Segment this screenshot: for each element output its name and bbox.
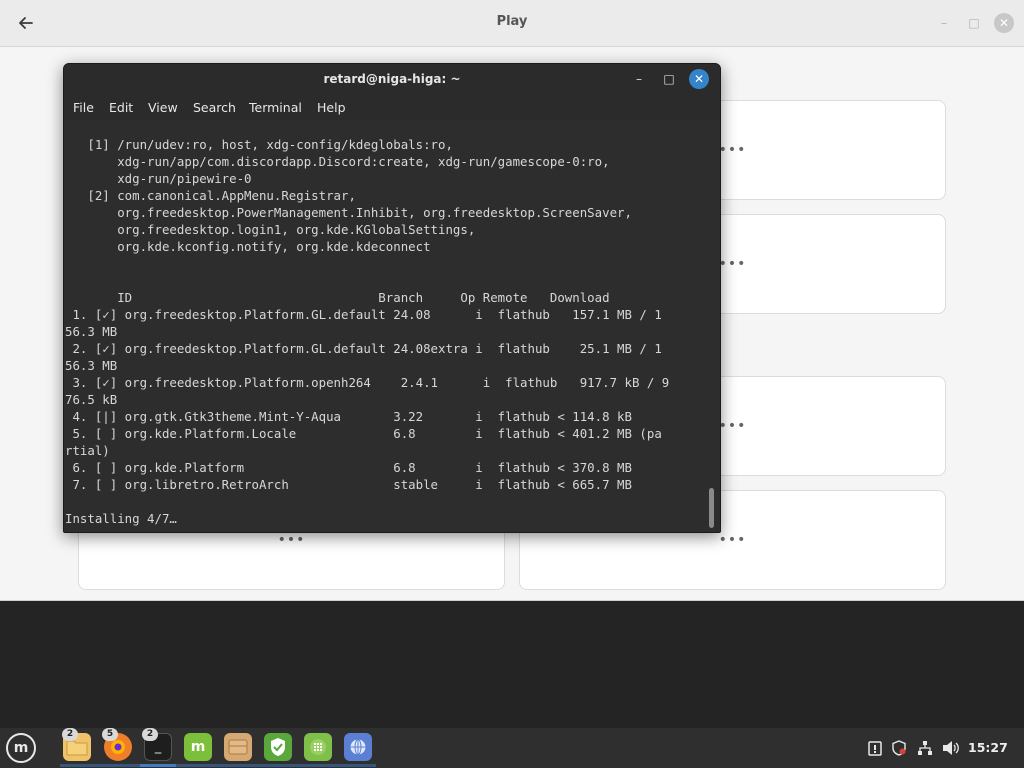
maximize-icon[interactable]: □ xyxy=(660,70,678,88)
clipboard-alert-icon[interactable] xyxy=(866,739,884,757)
globe-icon[interactable] xyxy=(344,733,372,761)
mint-icon[interactable]: m xyxy=(184,733,212,761)
close-icon[interactable]: ✕ xyxy=(689,69,709,89)
taskbar-underline xyxy=(60,764,376,767)
terminal-badge: 2 xyxy=(142,728,158,741)
terminal-output-area[interactable]: [1] /run/udev:ro, host, xdg-config/kdegl… xyxy=(64,120,720,532)
terminal-titlebar[interactable]: retard@niga-higa: ~ – □ ✕ xyxy=(64,64,720,94)
files-badge: 2 xyxy=(62,728,78,741)
terminal-window[interactable]: retard@niga-higa: ~ – □ ✕ File Edit View… xyxy=(63,63,721,533)
volume-icon[interactable] xyxy=(942,739,960,757)
shield-alert-icon[interactable] xyxy=(890,739,908,757)
archive-icon[interactable] xyxy=(224,733,252,761)
terminal-title: retard@niga-higa: ~ xyxy=(323,72,461,86)
window-title: Play xyxy=(496,14,528,29)
menu-edit[interactable]: Edit xyxy=(109,100,133,115)
menu-search[interactable]: Search xyxy=(193,100,236,115)
maximize-icon[interactable]: □ xyxy=(964,13,984,33)
terminal-menubar: File Edit View Search Terminal Help xyxy=(64,94,720,120)
minimize-icon[interactable]: – xyxy=(630,70,648,88)
more-icon: ••• xyxy=(718,532,747,548)
grid-icon[interactable] xyxy=(304,733,332,761)
minimize-icon[interactable]: – xyxy=(934,13,954,33)
menu-terminal[interactable]: Terminal xyxy=(249,100,302,115)
network-icon[interactable] xyxy=(916,739,934,757)
background-window-header: Play – □ ✕ xyxy=(0,0,1024,47)
terminal-output: [1] /run/udev:ro, host, xdg-config/kdegl… xyxy=(65,137,670,526)
mint-menu-icon[interactable]: m xyxy=(6,733,36,763)
shield-icon[interactable] xyxy=(264,733,292,761)
taskbar: m 2 5 _ 2 m 15:27 xyxy=(0,728,1024,768)
menu-view[interactable]: View xyxy=(148,100,178,115)
more-icon: ••• xyxy=(277,532,306,548)
close-icon[interactable]: ✕ xyxy=(994,13,1014,33)
clock[interactable]: 15:27 xyxy=(968,740,1008,755)
menu-help[interactable]: Help xyxy=(317,100,346,115)
firefox-badge: 5 xyxy=(102,728,118,741)
terminal-scrollbar[interactable] xyxy=(709,488,714,528)
menu-file[interactable]: File xyxy=(73,100,94,115)
